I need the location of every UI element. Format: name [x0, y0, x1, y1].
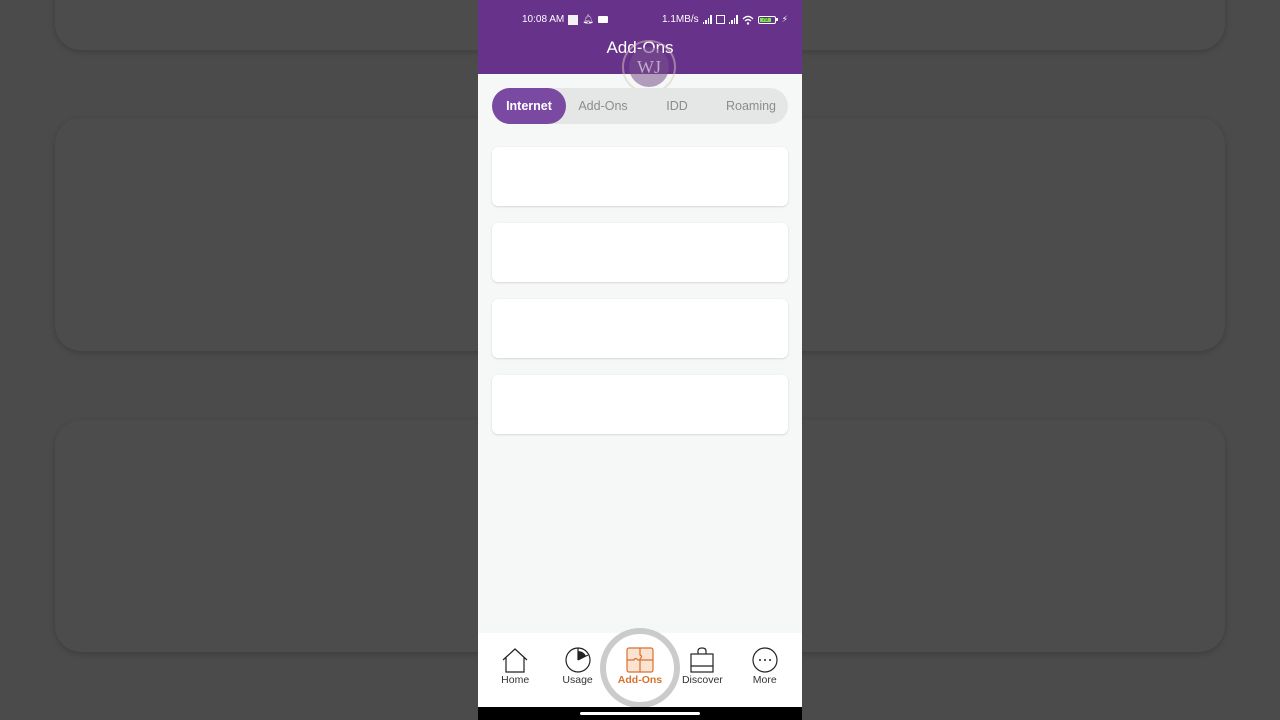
nav-home-label: Home [501, 674, 530, 686]
category-tabs: Internet Add-Ons IDD Roaming [492, 88, 788, 124]
battery-icon: 79 [757, 15, 778, 24]
nav-discover[interactable]: Discover [671, 633, 733, 686]
app-header: 10:08 AM 🔔︎ 1.1MB/s 79 ⚡︎ Add-Ons WJ [478, 0, 802, 94]
shopping-bag-icon [690, 647, 714, 673]
nav-usage-label: Usage [562, 674, 593, 686]
tab-internet[interactable]: Internet [492, 88, 566, 124]
nav-add-ons[interactable]: Add-Ons [609, 633, 671, 686]
nav-more[interactable]: More [734, 633, 796, 686]
charging-icon: ⚡︎ [781, 14, 788, 24]
watermark-logo: WJ [622, 40, 676, 94]
battery-level: 79 [759, 17, 771, 22]
status-bar: 10:08 AM 🔔︎ 1.1MB/s 79 ⚡︎ [478, 14, 802, 28]
offer-card-placeholder[interactable] [492, 147, 788, 206]
nav-discover-label: Discover [681, 674, 723, 686]
more-icon [752, 647, 778, 673]
tab-add-ons[interactable]: Add-Ons [566, 88, 640, 124]
sim-icon [715, 15, 725, 24]
tab-idd[interactable]: IDD [640, 88, 714, 124]
nav-home[interactable]: Home [484, 633, 546, 686]
system-nav-area [478, 707, 802, 720]
offer-card-placeholder[interactable] [492, 223, 788, 282]
nav-add-ons-label: Add-Ons [617, 674, 663, 686]
phone-screen: 10:08 AM 🔔︎ 1.1MB/s 79 ⚡︎ Add-Ons WJ Int… [478, 0, 802, 720]
nav-usage[interactable]: Usage [547, 633, 609, 686]
network-speed: 1.1MB/s [661, 14, 699, 25]
tab-roaming[interactable]: Roaming [714, 88, 788, 124]
bottom-navigation: Home Usage Add-Ons Discover More [478, 633, 802, 707]
offer-card-placeholder[interactable] [492, 299, 788, 358]
signal-icon [702, 15, 712, 24]
home-icon [502, 648, 528, 673]
status-time: 10:08 AM [522, 14, 565, 25]
bell-icon: 🔔︎ [582, 14, 594, 24]
offer-card-placeholder[interactable] [492, 375, 788, 434]
pie-chart-icon [564, 647, 591, 673]
signal-icon [728, 15, 738, 24]
nav-more-label: More [752, 674, 777, 686]
wifi-icon [742, 15, 754, 25]
puzzle-icon [626, 647, 654, 673]
video-camera-icon [597, 16, 608, 23]
notification-square-icon [568, 14, 579, 25]
home-gesture-bar[interactable] [580, 712, 700, 715]
